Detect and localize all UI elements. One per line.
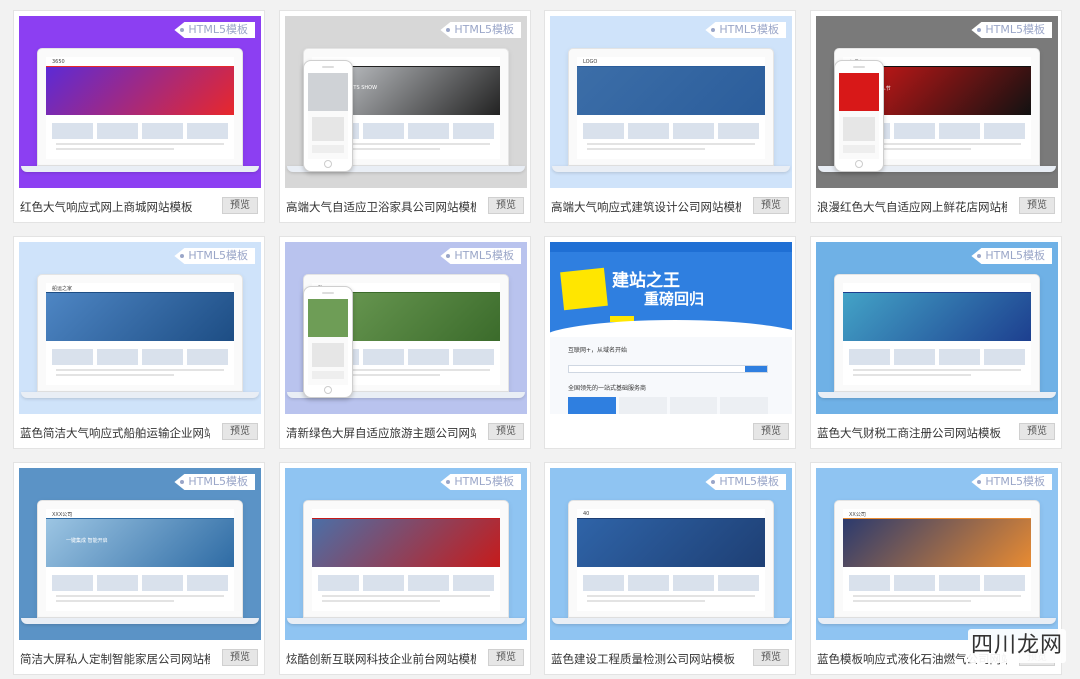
phone-mockup (303, 286, 353, 398)
watermark: 四川龙网 (968, 629, 1066, 663)
mock-logo: 船运之家 (52, 286, 73, 292)
html5-badge: HTML5模板 (440, 248, 521, 264)
preview-button[interactable]: 预览 (753, 423, 789, 440)
template-card[interactable]: HTML5模板 LOGO 高端大气响应式建筑设计公司网站模板 预览 (544, 10, 796, 223)
laptop-base (287, 618, 525, 624)
template-title[interactable]: 高端大气响应式建筑设计公司网站模板 (551, 198, 741, 216)
laptop-base (552, 166, 790, 172)
template-title[interactable]: 高端大气自适应卫浴家具公司网站模板 (286, 198, 476, 216)
template-card[interactable]: HTML5模板 3650 红色大气响应式网上商城网站模板 预览 (13, 10, 265, 223)
html5-badge: HTML5模板 (174, 474, 255, 490)
html5-badge: HTML5模板 (705, 22, 786, 38)
template-title[interactable]: 红色大气响应式网上商城网站模板 (20, 198, 210, 216)
preview-button[interactable]: 预览 (222, 649, 258, 666)
mock-hero-text: 一键集成 智能开启 (66, 538, 108, 544)
laptop-mockup: 船运之家 (37, 274, 243, 392)
template-thumbnail[interactable]: HTML5模板 3650 (19, 16, 261, 188)
template-title[interactable]: 简洁大屏私人定制智能家居公司网站模 (20, 650, 210, 668)
template-grid: HTML5模板 3650 红色大气响应式网上商城网站模板预览 HTML5模板 (0, 0, 1080, 679)
mock-logo: XXX公司 (52, 512, 73, 518)
template-title[interactable]: 蓝色建设工程质量检测公司网站模板 (551, 650, 741, 668)
laptop-mockup: 40 (568, 500, 774, 618)
html5-badge: HTML5模板 (440, 474, 521, 490)
template-title[interactable]: 蓝色大气财税工商注册公司网站模板 (817, 424, 1007, 442)
laptop-mockup: XXX公司 一键集成 智能开启 (37, 500, 243, 618)
preview-button[interactable]: 预览 (1019, 197, 1055, 214)
preview-button[interactable]: 预览 (222, 197, 258, 214)
template-thumbnail[interactable]: HTML5模板 船运之家 (19, 242, 261, 414)
laptop-base (21, 392, 259, 398)
phone-mockup (303, 60, 353, 172)
section-title: 全国领先的一站式基础服务商 (568, 385, 647, 392)
template-title[interactable]: 蓝色简洁大气响应式船舶运输企业网站 (20, 424, 210, 442)
search-bar[interactable] (568, 365, 768, 373)
html5-badge: HTML5模板 (971, 22, 1052, 38)
template-thumbnail[interactable]: HTML5模板 雅 (285, 242, 527, 414)
template-thumbnail[interactable]: HTML5模板 40 (550, 468, 792, 640)
laptop-base (818, 618, 1056, 624)
template-title[interactable] (551, 424, 741, 442)
template-thumbnail[interactable]: HTML5模板 LOGO (550, 16, 792, 188)
template-card[interactable]: 建站之王 重磅回归 互联网+，从域名开始 全国领先的一站式基础服务商 预览 (544, 236, 796, 449)
template-thumbnail[interactable]: 建站之王 重磅回归 互联网+，从域名开始 全国领先的一站式基础服务商 (550, 242, 792, 414)
preview-button[interactable]: 预览 (222, 423, 258, 440)
template-card[interactable]: HTML5模板 炫酷创新互联网科技企业前台网站模板 预览 (279, 462, 531, 675)
laptop-base (552, 618, 790, 624)
laptop-base (21, 618, 259, 624)
hero-subtitle: 重磅回归 (644, 290, 705, 308)
html5-badge: HTML5模板 (174, 22, 255, 38)
search-label: 互联网+，从域名开始 (568, 347, 628, 354)
html5-badge: HTML5模板 (174, 248, 255, 264)
laptop-base (21, 166, 259, 172)
html5-badge: HTML5模板 (440, 22, 521, 38)
template-card[interactable]: HTML5模板 40 蓝色建设工程质量检测公司网站模板 预览 (544, 462, 796, 675)
mock-logo: XX公司 (849, 512, 866, 518)
template-card[interactable]: HTML5模板 蓝色大气财税工商注册公司网站模板 预览 (810, 236, 1062, 449)
preview-button[interactable]: 预览 (488, 649, 524, 666)
laptop-mockup (834, 274, 1040, 392)
mock-logo: 40 (583, 511, 590, 517)
template-title[interactable]: 炫酷创新互联网科技企业前台网站模板 (286, 650, 476, 668)
preview-button[interactable]: 预览 (753, 197, 789, 214)
mock-logo: 3650 (52, 59, 65, 65)
mock-logo: LOGO (583, 59, 598, 65)
template-thumbnail[interactable]: HTML5模板 XXX公司 PRODUCTS SHOW (285, 16, 527, 188)
template-card[interactable]: HTML5模板 XXX公司 PRODUCTS SHOW (279, 10, 531, 223)
template-title[interactable]: 清新绿色大屏自适应旅游主题公司网站 (286, 424, 476, 442)
phone-mockup (834, 60, 884, 172)
preview-button[interactable]: 预览 (488, 197, 524, 214)
template-card[interactable]: HTML5模板 XXX公司 一键集成 智能开启 简洁大屏私人定制智能家居公司网站… (13, 462, 265, 675)
template-card[interactable]: HTML5模板 船运之家 蓝色简洁大气响应式船舶运输企业网站 预览 (13, 236, 265, 449)
template-thumbnail[interactable]: HTML5模板 七月七 2.74 情人节 (816, 16, 1058, 188)
html5-badge: HTML5模板 (971, 474, 1052, 490)
html5-badge: HTML5模板 (705, 474, 786, 490)
preview-button[interactable]: 预览 (1019, 423, 1055, 440)
laptop-mockup (303, 500, 509, 618)
template-thumbnail[interactable]: HTML5模板 XXX公司 一键集成 智能开启 (19, 468, 261, 640)
laptop-mockup: 3650 (37, 48, 243, 166)
template-card[interactable]: HTML5模板 雅 (279, 236, 531, 449)
template-thumbnail[interactable]: HTML5模板 XX公司 (816, 468, 1058, 640)
template-card[interactable]: HTML5模板 七月七 2.74 情人节 (810, 10, 1062, 223)
laptop-base (818, 392, 1056, 398)
laptop-mockup: LOGO (568, 48, 774, 166)
preview-button[interactable]: 预览 (488, 423, 524, 440)
html5-badge: HTML5模板 (971, 248, 1052, 264)
preview-button[interactable]: 预览 (753, 649, 789, 666)
laptop-mockup: XX公司 (834, 500, 1040, 618)
template-title[interactable]: 浪漫红色大气自适应网上鲜花店网站模 (817, 198, 1007, 216)
template-thumbnail[interactable]: HTML5模板 (816, 242, 1058, 414)
template-thumbnail[interactable]: HTML5模板 (285, 468, 527, 640)
